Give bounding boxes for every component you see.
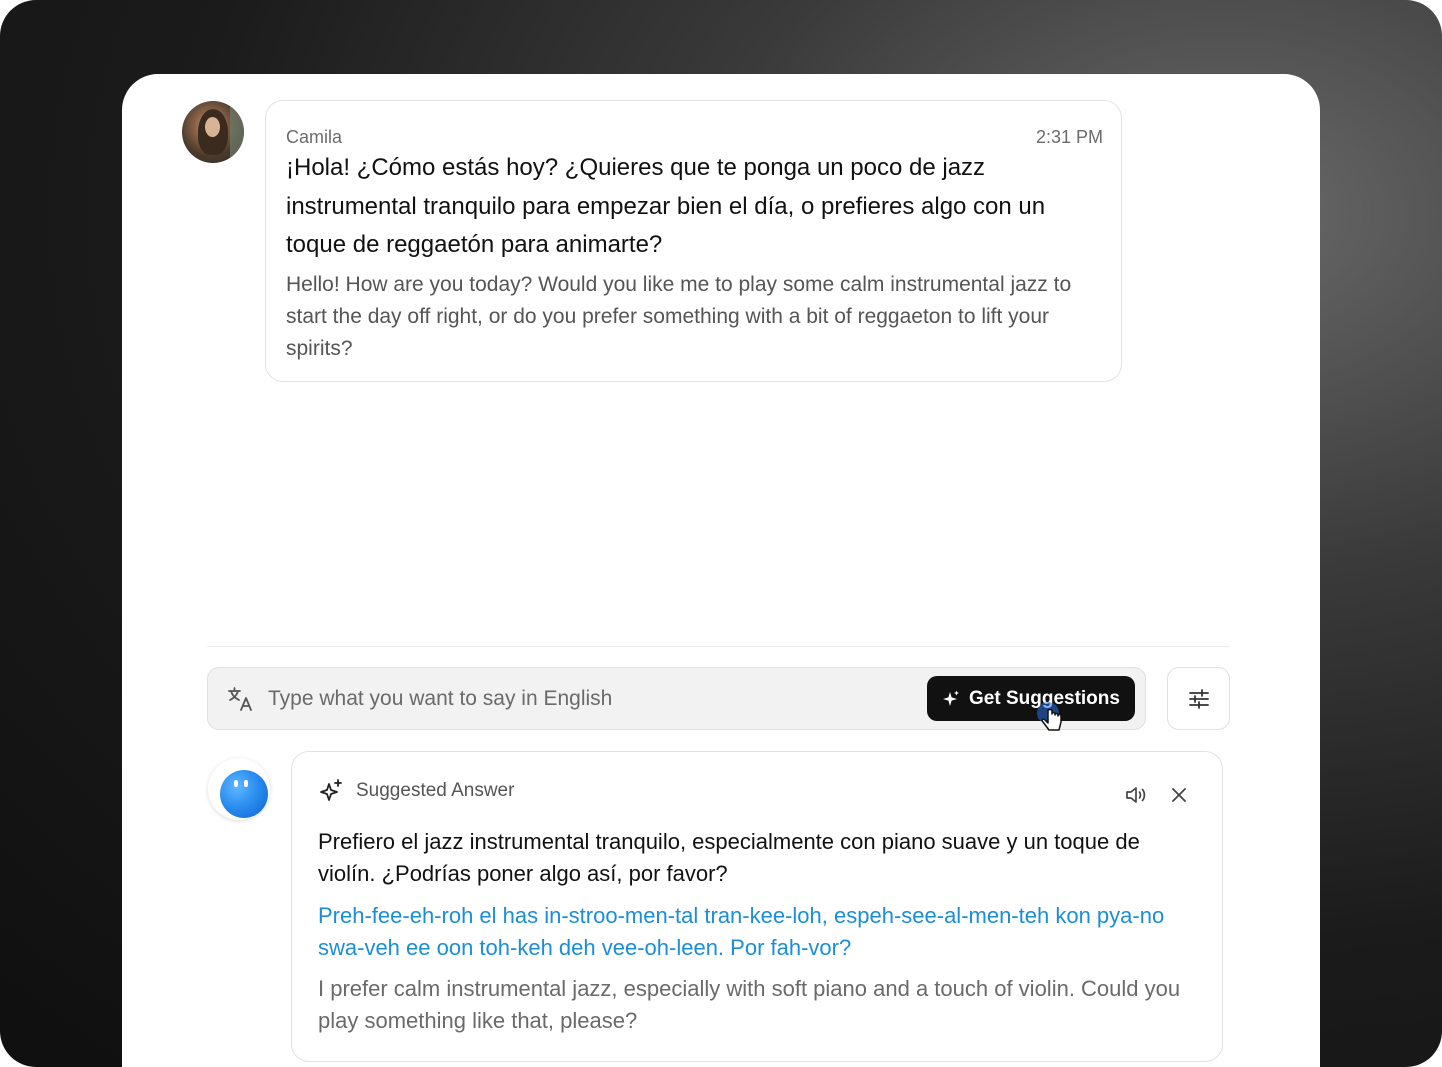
- settings-button[interactable]: [1167, 667, 1230, 730]
- sparkle-icon: [320, 779, 342, 801]
- get-suggestions-button[interactable]: Get Suggestions: [927, 676, 1135, 721]
- suggested-text-english: I prefer calm instrumental jazz, especia…: [318, 976, 1181, 1033]
- assistant-avatar: [208, 758, 270, 820]
- hand-cursor-icon: [1037, 702, 1062, 731]
- suggested-answer-header: Suggested Answer: [318, 778, 514, 804]
- composer-bar: Get Suggestions: [207, 667, 1146, 730]
- suggested-text-spanish: Prefiero el jazz instrumental tranquilo,…: [318, 829, 1140, 886]
- message-timestamp: 2:31 PM: [1035, 127, 1103, 147]
- suggested-answer-title: Suggested Answer: [356, 780, 515, 801]
- incoming-message: Camila 2:31 PM ¡Hola! ¿Cómo estás hoy? ¿…: [265, 100, 1122, 382]
- speaker-icon[interactable]: [1124, 784, 1148, 806]
- suggested-answer-card: Suggested Answer Prefiero el jazz instru…: [291, 751, 1223, 1062]
- message-text-english: Hello! How are you today? Would you like…: [286, 273, 1072, 360]
- window-frame: Camila 2:31 PM ¡Hola! ¿Cómo estás hoy? ¿…: [0, 0, 1442, 1067]
- message-input[interactable]: [266, 678, 910, 720]
- message-text-spanish: ¡Hola! ¿Cómo estás hoy? ¿Quieres que te …: [286, 154, 1046, 258]
- translate-icon: [228, 687, 252, 711]
- sender-name: Camila: [286, 127, 343, 147]
- close-icon[interactable]: [1170, 786, 1188, 804]
- divider: [207, 646, 1230, 647]
- sparkle-icon: [943, 690, 959, 706]
- contact-avatar: [182, 101, 244, 163]
- sliders-icon: [1188, 688, 1209, 709]
- suggested-pronunciation: Preh-fee-eh-roh el has in-stroo-men-tal …: [318, 903, 1165, 960]
